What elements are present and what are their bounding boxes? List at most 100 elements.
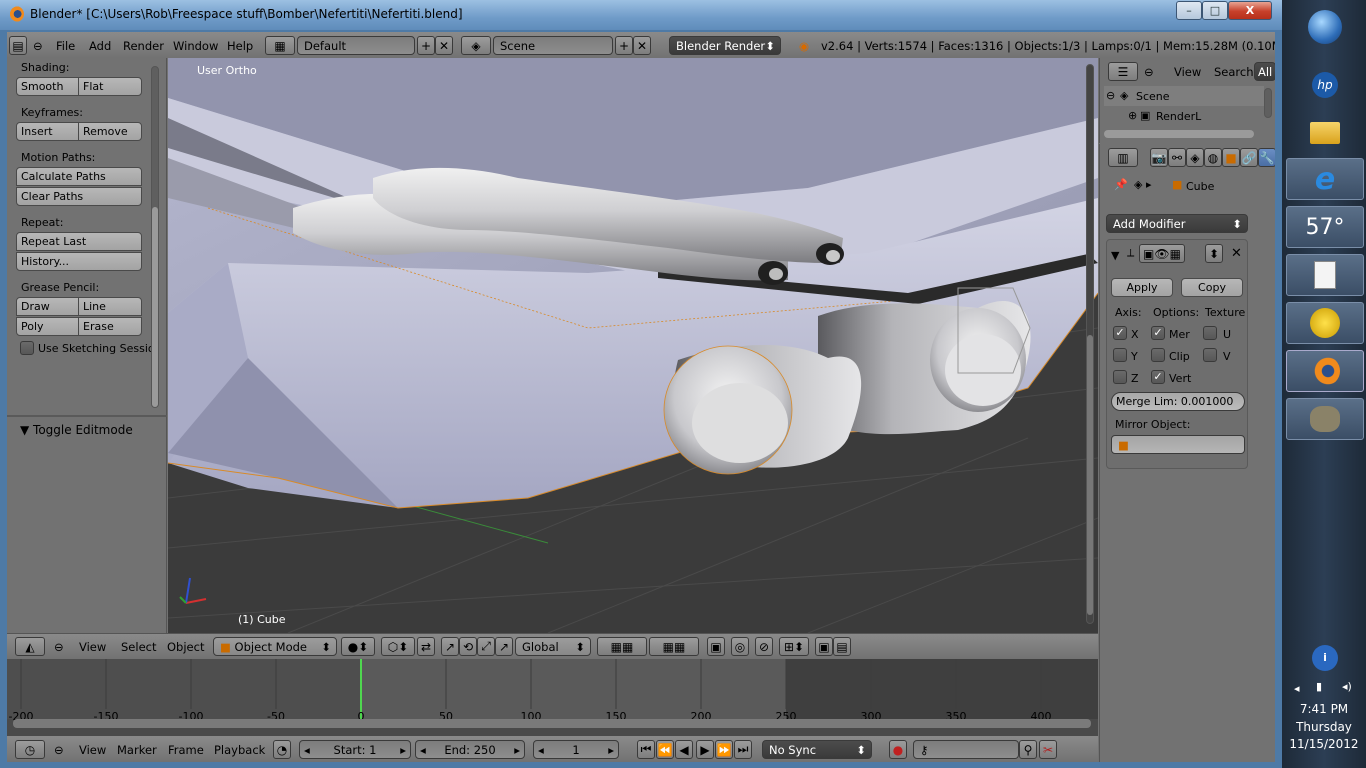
- editor-type-icon[interactable]: ▥: [1108, 148, 1138, 167]
- mirror-object-field[interactable]: ■: [1111, 435, 1245, 454]
- render-camera-icon[interactable]: ▣: [815, 637, 833, 656]
- layers-right-grid[interactable]: ▦▦: [649, 637, 699, 656]
- current-frame-field[interactable]: ◂ 1 ▸: [533, 740, 619, 759]
- render-layers-tab-icon[interactable]: ⚯: [1168, 148, 1186, 167]
- action-center[interactable]: i: [1286, 640, 1364, 676]
- menu-render[interactable]: Render: [123, 39, 164, 53]
- history-button[interactable]: History...: [16, 252, 142, 271]
- viewport-scroll-thumb[interactable]: [1087, 335, 1093, 615]
- editor-type-icon[interactable]: ▤: [9, 36, 27, 55]
- smooth-button[interactable]: Smooth: [16, 77, 79, 96]
- menu-view[interactable]: View: [1174, 65, 1201, 79]
- increment-arrow-icon[interactable]: ▸: [514, 743, 520, 757]
- play-reverse-icon[interactable]: ◀: [675, 740, 693, 759]
- 3d-viewport[interactable]: User Ortho (1) Cube: [168, 58, 1098, 633]
- collapse-menu-icon[interactable]: ⊖: [1144, 65, 1154, 79]
- snap-toggle-icon[interactable]: ⊘: [755, 637, 773, 656]
- world-tab-icon[interactable]: ◍: [1204, 148, 1222, 167]
- poly-button[interactable]: Poly: [16, 317, 79, 336]
- remove-scene-button[interactable]: ✕: [633, 36, 651, 55]
- taskbar-yahoo[interactable]: [1286, 302, 1364, 344]
- display-mode-select[interactable]: All: [1254, 62, 1275, 81]
- axis-y-checkbox[interactable]: [1113, 348, 1127, 362]
- add-modifier-select[interactable]: Add Modifier ⬍: [1106, 214, 1248, 233]
- axis-x-checkbox[interactable]: ✓: [1113, 326, 1127, 340]
- move-modifier-icon[interactable]: ⬍: [1205, 244, 1223, 263]
- axis-z-checkbox[interactable]: [1113, 370, 1127, 384]
- manipulator-toggle[interactable]: ⇄: [417, 637, 435, 656]
- layers-left-grid[interactable]: ▦▦: [597, 637, 647, 656]
- menu-object[interactable]: Object: [167, 640, 204, 654]
- taskbar-explorer[interactable]: [1286, 112, 1364, 154]
- menu-playback[interactable]: Playback: [214, 743, 265, 757]
- mirror-v-checkbox[interactable]: [1203, 348, 1217, 362]
- menu-marker[interactable]: Marker: [117, 743, 157, 757]
- remove-modifier-icon[interactable]: ✕: [1231, 246, 1242, 261]
- insert-keyframe-icon[interactable]: ⚲: [1019, 740, 1037, 759]
- scene-tab-icon[interactable]: ◈: [1186, 148, 1204, 167]
- toolshelf-scrollbar[interactable]: [151, 66, 159, 408]
- viewport-shading-select[interactable]: ●⬍: [341, 637, 375, 656]
- scene-field[interactable]: Scene: [493, 36, 613, 55]
- menu-window[interactable]: Window: [173, 39, 218, 53]
- screen-layout-icon[interactable]: ▦: [265, 36, 295, 55]
- volume-icon[interactable]: ◂): [1342, 680, 1352, 693]
- start-button[interactable]: [1286, 6, 1364, 48]
- decrement-arrow-icon[interactable]: ◂: [538, 743, 544, 757]
- menu-view[interactable]: View: [79, 743, 106, 757]
- proportional-edit-icon[interactable]: ◎: [731, 637, 749, 656]
- taskbar-hp[interactable]: hp: [1286, 64, 1364, 106]
- clock-date[interactable]: 11/15/2012: [1282, 737, 1366, 751]
- increment-arrow-icon[interactable]: ▸: [608, 743, 614, 757]
- outliner-row-scene[interactable]: ⊖ ◈ Scene: [1104, 86, 1264, 106]
- battery-icon[interactable]: ▮: [1316, 680, 1322, 693]
- start-frame-field[interactable]: ◂ Start: 1 ▸: [299, 740, 411, 759]
- prev-keyframe-icon[interactable]: ⏪: [656, 740, 674, 759]
- merge-checkbox[interactable]: ✓: [1151, 326, 1165, 340]
- sync-mode-select[interactable]: No Sync ⬍: [762, 740, 872, 759]
- scale-manipulator-icon[interactable]: ⤢: [477, 637, 495, 656]
- toggle-editmode-panel[interactable]: ▼ Toggle Editmode: [20, 423, 133, 437]
- taskbar-wordpad[interactable]: [1286, 254, 1364, 296]
- vertex-groups-checkbox[interactable]: ✓: [1151, 370, 1165, 384]
- taskbar-ie[interactable]: e: [1286, 158, 1364, 200]
- flat-button[interactable]: Flat: [78, 77, 142, 96]
- preview-range-icon[interactable]: ◔: [273, 740, 291, 759]
- menu-view[interactable]: View: [79, 640, 106, 654]
- snap-element-select[interactable]: ⊞⬍: [779, 637, 809, 656]
- editor-type-icon[interactable]: ◭: [15, 637, 45, 656]
- erase-button[interactable]: Erase: [78, 317, 142, 336]
- delete-keyframe-icon[interactable]: ✂: [1039, 740, 1057, 759]
- screen-layout-field[interactable]: Default: [297, 36, 415, 55]
- modifier-display-toggles[interactable]: ▣👁▦: [1139, 244, 1185, 263]
- sketching-checkbox[interactable]: [20, 341, 34, 355]
- outliner-vscroll[interactable]: [1264, 88, 1272, 118]
- taskbar-weather[interactable]: 57°: [1286, 206, 1364, 248]
- line-button[interactable]: Line: [78, 297, 142, 316]
- lock-layers-icon[interactable]: ▣: [707, 637, 725, 656]
- editor-type-icon[interactable]: ☰: [1108, 62, 1138, 81]
- pivot-point-select[interactable]: ⬡⬍: [381, 637, 415, 656]
- render-animation-icon[interactable]: ▤: [833, 637, 851, 656]
- keying-set-field[interactable]: ⚷: [913, 740, 1019, 759]
- collapse-menu-icon[interactable]: ⊖: [54, 640, 64, 654]
- render-tab-icon[interactable]: 📷: [1150, 148, 1168, 167]
- record-icon[interactable]: ●: [889, 740, 907, 759]
- draw-button[interactable]: Draw: [16, 297, 79, 316]
- menu-frame[interactable]: Frame: [168, 743, 204, 757]
- render-engine-select[interactable]: Blender Render ⬍: [669, 36, 781, 55]
- decrement-arrow-icon[interactable]: ◂: [304, 743, 310, 757]
- decrement-arrow-icon[interactable]: ◂: [420, 743, 426, 757]
- expand-icon[interactable]: ⊖: [1106, 89, 1115, 102]
- menu-select[interactable]: Select: [121, 640, 156, 654]
- constraints-tab-icon[interactable]: 🔗: [1240, 148, 1258, 167]
- jump-end-icon[interactable]: ⏭: [734, 740, 752, 759]
- outliner-row-render[interactable]: ⊕ ▣ RenderL: [1104, 106, 1264, 126]
- manipulator-extra-icon[interactable]: ↗: [495, 637, 513, 656]
- remove-screen-button[interactable]: ✕: [435, 36, 453, 55]
- menu-help[interactable]: Help: [227, 39, 253, 53]
- repeat-last-button[interactable]: Repeat Last: [16, 232, 142, 251]
- collapse-menu-icon[interactable]: ⊖: [54, 743, 64, 757]
- insert-keyframe-button[interactable]: Insert: [16, 122, 79, 141]
- timeline-scrollbar[interactable]: [13, 719, 1091, 728]
